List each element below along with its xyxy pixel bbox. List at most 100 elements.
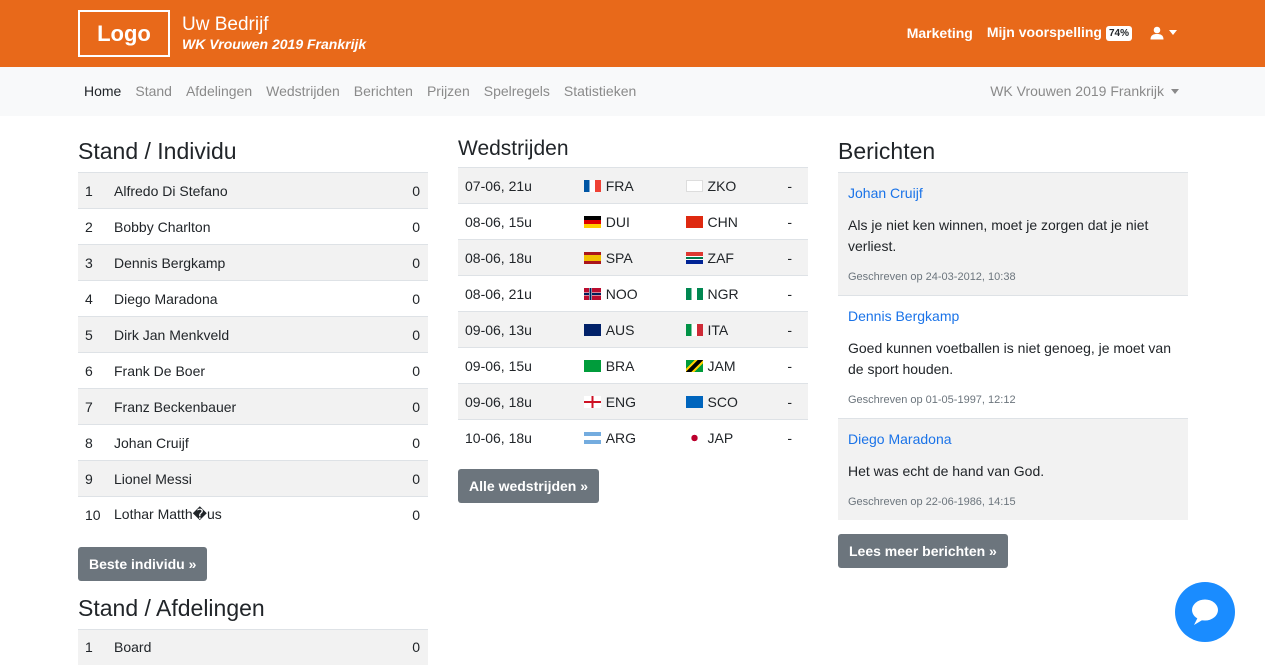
table-row[interactable]: 7 Franz Beckenbauer 0 [78, 388, 428, 425]
all-matches-button[interactable]: Alle wedstrijden » [458, 468, 600, 503]
message-text: Als je niet ken winnen, moet je zorgen d… [848, 217, 1149, 254]
name-cell: Diego Maradona [114, 280, 393, 317]
match-result: - [787, 419, 808, 456]
name-cell: Bobby Charlton [114, 208, 393, 245]
match-row[interactable]: 10-06, 18u ARG JAP - [458, 419, 808, 456]
away-team-cell: ZAF [685, 239, 788, 276]
match-row[interactable]: 08-06, 21u NOO NGR - [458, 275, 808, 312]
home-team-cell: ENG [583, 383, 686, 420]
main-nav: Home Stand Afdelingen Wedstrijden Berich… [0, 67, 1265, 116]
message-text: Het was echt de hand van God. [848, 463, 1045, 479]
away-team-code: ZKO [707, 177, 737, 194]
match-result: - [787, 239, 808, 276]
name-cell: Dennis Bergkamp [114, 244, 393, 281]
table-row[interactable]: 6 Frank De Boer 0 [78, 352, 428, 389]
company-name: Uw Bedrijf [182, 14, 269, 35]
chat-bubble-icon [1192, 599, 1218, 625]
nav-home[interactable]: Home [84, 83, 121, 99]
department-standings-title: Stand / Afdelingen [78, 594, 265, 621]
score-cell: 0 [392, 316, 428, 353]
message-text: Goed kunnen voetballen is niet genoeg, j… [848, 340, 1172, 377]
flag-icon [685, 323, 703, 336]
match-result: - [787, 347, 808, 384]
name-cell: Frank De Boer [114, 352, 393, 389]
table-row[interactable]: 3 Dennis Bergkamp 0 [78, 244, 428, 281]
home-team-code: FRA [605, 177, 634, 194]
match-result: - [787, 203, 808, 240]
match-row[interactable]: 09-06, 18u ENG SCO - [458, 383, 808, 420]
table-row[interactable]: 4 Diego Maradona 0 [78, 280, 428, 317]
flag-icon [685, 215, 703, 228]
marketing-link[interactable]: Marketing [907, 25, 973, 41]
rank-cell: 2 [78, 208, 114, 245]
home-team-cell: NOO [583, 275, 686, 312]
home-team-code: NOO [605, 285, 638, 302]
logo[interactable]: Logo [78, 10, 170, 57]
nav-berichten[interactable]: Berichten [354, 83, 413, 99]
best-individual-button[interactable]: Beste individu » [78, 546, 208, 581]
home-team-code: ENG [605, 393, 637, 410]
match-row[interactable]: 09-06, 13u AUS ITA - [458, 311, 808, 348]
match-date: 08-06, 21u [458, 275, 584, 312]
header-links: Marketing Mijn voorspelling 74% [893, 24, 1177, 41]
match-date: 10-06, 18u [458, 419, 584, 456]
score-cell: 0 [392, 172, 428, 209]
match-row[interactable]: 08-06, 18u SPA ZAF - [458, 239, 808, 276]
home-team-code: DUI [605, 213, 630, 230]
message-author-link[interactable]: Diego Maradona [848, 431, 1178, 447]
table-row[interactable]: 8 Johan Cruijf 0 [78, 424, 428, 461]
name-cell: Lothar Matth�us [114, 496, 393, 533]
match-date: 07-06, 21u [458, 167, 584, 204]
rank-cell: 9 [78, 460, 114, 497]
read-more-messages-button[interactable]: Lees meer berichten » [838, 534, 1008, 568]
table-row[interactable]: 2 Bobby Charlton 0 [78, 208, 428, 245]
nav-prijzen[interactable]: Prijzen [427, 83, 470, 99]
nav-spelregels[interactable]: Spelregels [484, 83, 550, 99]
home-team-cell: BRA [583, 347, 686, 384]
tournament-dropdown[interactable]: WK Vrouwen 2019 Frankrijk [990, 83, 1179, 99]
away-team-cell: SCO [685, 383, 788, 420]
table-row[interactable]: 10 Lothar Matth�us 0 [78, 496, 428, 533]
message-date: Geschreven op 22-06-1986, 14:15 [848, 496, 1016, 508]
table-row[interactable]: 5 Dirk Jan Menkveld 0 [78, 316, 428, 353]
my-predictions-label: Mijn voorspelling [986, 24, 1102, 40]
department-standings-table: 1 Board 0 [78, 628, 428, 665]
rank-cell: 4 [78, 280, 114, 317]
message-author-link[interactable]: Dennis Bergkamp [848, 308, 1178, 324]
match-row[interactable]: 08-06, 15u DUI CHN - [458, 203, 808, 240]
chat-button[interactable] [1175, 582, 1235, 642]
away-team-code: ITA [707, 321, 729, 338]
home-team-code: AUS [605, 321, 635, 338]
match-row[interactable]: 07-06, 21u FRA ZKO - [458, 167, 808, 204]
nav-wedstrijden[interactable]: Wedstrijden [266, 83, 340, 99]
score-cell: 0 [334, 628, 428, 665]
home-team-code: SPA [605, 249, 633, 266]
my-predictions-link[interactable]: Mijn voorspelling 74% [987, 24, 1132, 41]
flag-icon [583, 179, 601, 192]
score-cell: 0 [392, 424, 428, 461]
flag-icon [583, 359, 601, 372]
away-team-code: NGR [707, 285, 739, 302]
nav-afdelingen[interactable]: Afdelingen [186, 83, 252, 99]
matches-table: 07-06, 21u FRA ZKO -08-06, 15u DUI CHN -08-06,… [458, 167, 808, 456]
match-row[interactable]: 09-06, 15u BRA JAM - [458, 347, 808, 384]
score-cell: 0 [392, 208, 428, 245]
flag-icon [685, 287, 703, 300]
flag-icon [685, 179, 703, 192]
user-menu-toggle[interactable] [1150, 26, 1177, 40]
nav-stand[interactable]: Stand [135, 83, 172, 99]
message-date: Geschreven op 01-05-1997, 12:12 [848, 394, 1016, 406]
nav-statistieken[interactable]: Statistieken [564, 83, 636, 99]
home-team-cell: ARG [583, 419, 686, 456]
message-author-link[interactable]: Johan Cruijf [848, 185, 1178, 201]
score-cell: 0 [392, 280, 428, 317]
away-team-code: JAP [707, 429, 734, 446]
nav-items: Home Stand Afdelingen Wedstrijden Berich… [84, 83, 650, 99]
name-cell: Alfredo Di Stefano [114, 172, 393, 209]
table-row[interactable]: 9 Lionel Messi 0 [78, 460, 428, 497]
table-row[interactable]: 1 Alfredo Di Stefano 0 [78, 172, 428, 209]
table-row[interactable]: 1 Board 0 [78, 628, 428, 665]
match-result: - [787, 383, 808, 420]
home-team-cell: DUI [583, 203, 686, 240]
message-card: Dennis Bergkamp Goed kunnen voetballen is… [838, 295, 1188, 418]
